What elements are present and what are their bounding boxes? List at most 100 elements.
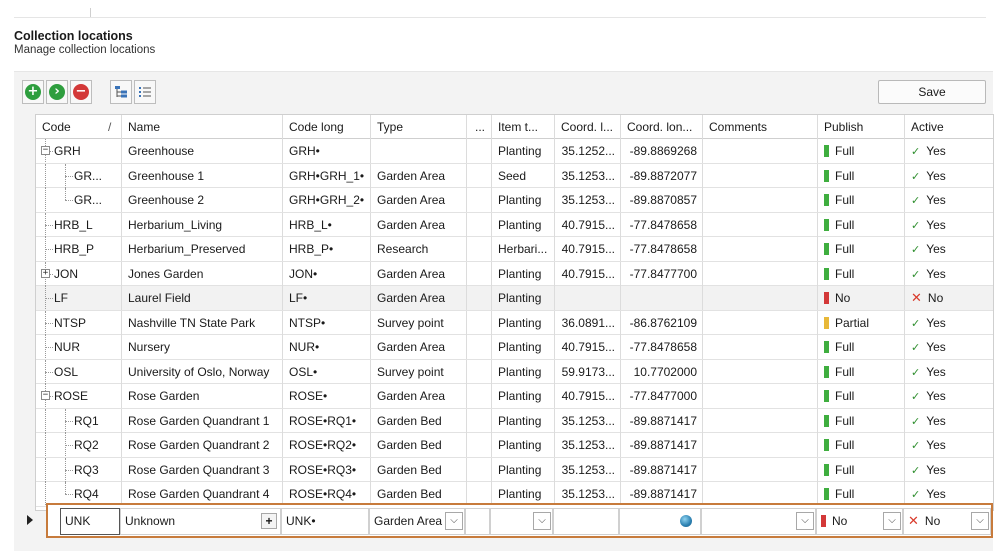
table-row[interactable]: GRH − Greenhouse GRH• Planting 35.1252... -89.… [36,139,993,164]
table-row[interactable]: NTSP Nashville TN State Park NTSP• Survey p… [36,310,993,335]
new-coord-lon-input[interactable] [619,508,701,535]
table-row[interactable]: GR... Greenhouse 1 GRH•GRH_1• Garden Area Se… [36,163,993,188]
publish-text: Full [835,242,855,256]
table-row[interactable]: ROSE − Rose Garden ROSE• Garden Area Planting… [36,384,993,409]
comments-dropdown-icon[interactable]: ⌵ [796,512,814,530]
table-row[interactable]: LF Laurel Field LF• Garden Area Planting No ✕ N… [36,286,993,311]
cell-type [371,139,467,163]
active-text: Yes [926,438,946,452]
table-row[interactable]: HRB_P Herbarium_Preserved HRB_P• Research He… [36,237,993,262]
item-type-dropdown-icon[interactable]: ⌵ [533,512,551,530]
table-row[interactable]: NUR Nursery NUR• Garden Area Planting 40.7915… [36,335,993,360]
cell-code: ROSE − [36,384,122,408]
table-row[interactable]: RQ3 Rose Garden Quandrant 3 ROSE•RQ3• Garde… [36,457,993,482]
tree-line [65,163,66,188]
add-name-icon[interactable]: + [261,513,277,529]
expand-icon[interactable]: + [41,268,50,278]
new-type-select[interactable]: Garden Area ⌵ [369,508,465,535]
collapse-icon[interactable]: − [41,146,50,155]
cell-publish: Full [818,188,905,212]
column-header-item-type[interactable]: Item t... [492,115,555,139]
column-header-comments[interactable]: Comments [703,115,818,139]
cell-more [467,188,492,212]
column-header-coord-lat[interactable]: Coord. l... [555,115,621,139]
table-row[interactable]: RQ1 Rose Garden Quandrant 1 ROSE•RQ1• Garde… [36,408,993,433]
new-item-type-select[interactable]: ⌵ [490,508,553,535]
active-text: Yes [926,242,946,256]
check-icon: ✓ [911,218,921,232]
cell-publish: Full [818,139,905,163]
column-header-type[interactable]: Type [371,115,467,139]
list-view-button[interactable] [134,80,156,104]
tree-line [65,445,73,446]
cell-item: Planting [492,188,555,212]
globe-icon[interactable] [680,515,692,527]
delete-button[interactable]: − [70,80,92,104]
cell-item: Planting [492,384,555,408]
check-icon: ✓ [911,169,921,183]
new-name-input[interactable]: Unknown + [120,508,281,535]
column-header-publish[interactable]: Publish [818,115,905,139]
new-coord-lat-input[interactable] [553,508,619,535]
table-row[interactable]: OSL University of Oslo, Norway OSL• Survey … [36,359,993,384]
check-icon: ✓ [911,439,921,452]
table-row[interactable]: JON + Jones Garden JON• Garden Area Planting 4… [36,261,993,286]
cell-publish: Full [818,457,905,482]
cell-name: Greenhouse [122,139,283,163]
cell-more [467,433,492,457]
cell-lon: -77.8478658 [621,237,703,261]
cell-publish: No [818,286,905,310]
new-comments-input[interactable]: ⌵ [701,508,816,535]
tree-line [65,175,73,177]
column-header-more[interactable]: ... [467,115,492,139]
cell-type: Garden Bed [371,408,467,433]
page-subtitle: Manage collection locations [14,44,156,56]
collapse-icon[interactable]: − [41,391,50,400]
new-active-select[interactable]: ✕ No ⌵ [903,508,991,535]
column-header-coord-lon[interactable]: Coord. lon... [621,115,703,139]
cell-item: Seed [492,163,555,188]
code-text: JON [54,266,78,281]
cell-code: GRH − [36,139,122,163]
cell-more [467,384,492,408]
cell-publish: Partial [818,310,905,335]
new-code-input[interactable]: UNK [60,508,120,535]
add-button[interactable]: + [22,80,44,104]
cross-icon: ✕ [911,291,922,306]
cell-type: Garden Area [371,286,467,310]
table-row[interactable]: RQ2 Rose Garden Quandrant 2 ROSE•RQ2• Garde… [36,433,993,458]
table-row[interactable]: GR... Greenhouse 2 GRH•GRH_2• Garden Area Pl… [36,188,993,213]
cell-type: Garden Area [371,212,467,237]
cell-type: Garden Area [371,335,467,359]
new-active-value: No [924,514,941,528]
table-row[interactable]: HRB_L Herbarium_Living HRB_L• Garden Area Pl… [36,212,993,237]
tree-line [65,433,66,457]
cell-active: ✓ Yes [905,164,993,188]
tree-line [45,298,53,299]
save-button[interactable]: Save [878,80,986,104]
cell-lat: 40.7915... [555,237,621,261]
cell-lon: -86.8762109 [621,310,703,335]
cell-item: Planting [492,457,555,482]
go-icon: › [49,84,65,100]
publish-dropdown-icon[interactable]: ⌵ [883,512,901,530]
cell-lat: 40.7915... [555,335,621,359]
tree-line [45,408,46,433]
column-header-code-long[interactable]: Code long [283,115,371,139]
type-dropdown-icon[interactable]: ⌵ [445,512,463,530]
column-header-name[interactable]: Name [122,115,283,139]
cell-active: ✓ Yes [905,360,993,384]
cell-item: Planting [492,261,555,286]
cell-type: Garden Bed [371,457,467,482]
tree-view-button[interactable] [110,80,132,104]
go-button[interactable]: › [46,80,68,104]
column-header-active[interactable]: Active [905,115,993,139]
cell-comments [703,457,818,482]
code-text: RQ4 [74,487,99,501]
tree-line [45,457,46,482]
locations-grid: Code / Name Code long Type ... Item t...… [35,114,994,511]
cell-active: ✓ Yes [905,458,993,482]
new-publish-select[interactable]: No ⌵ [816,508,903,535]
active-dropdown-icon[interactable]: ⌵ [971,512,989,530]
cell-code: JON + [36,261,122,286]
